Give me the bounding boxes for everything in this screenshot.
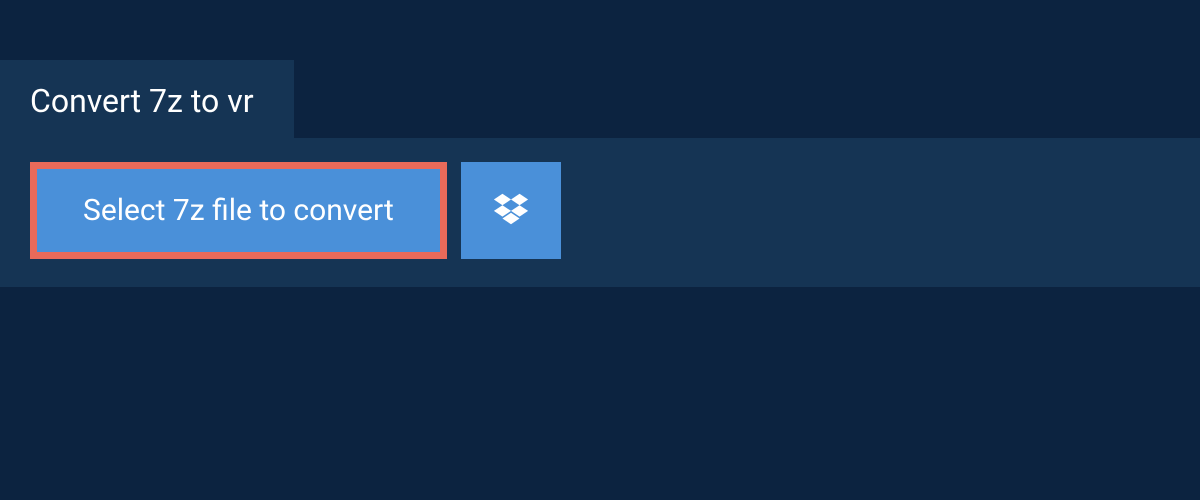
select-file-button[interactable]: Select 7z file to convert (30, 162, 447, 259)
tab-label: Convert 7z to vr (30, 82, 254, 120)
dropbox-button[interactable] (461, 162, 561, 259)
dropbox-icon (492, 190, 530, 232)
tab-convert[interactable]: Convert 7z to vr (0, 60, 294, 142)
upload-panel: Select 7z file to convert (0, 138, 1200, 287)
select-file-label: Select 7z file to convert (83, 193, 394, 228)
